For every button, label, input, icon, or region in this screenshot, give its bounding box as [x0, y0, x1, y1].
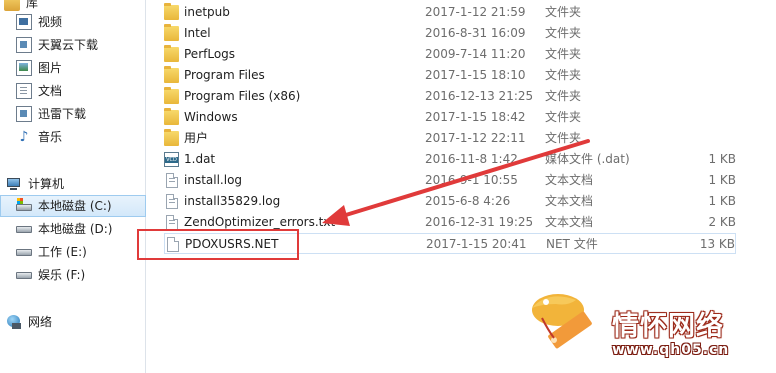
watermark-logo-icon: [532, 294, 592, 349]
watermark-title: 情怀网络: [612, 311, 724, 342]
watermark: 情怀网络 www.qh05.cn: [518, 288, 776, 373]
watermark-url: www.qh05.cn: [612, 342, 730, 358]
